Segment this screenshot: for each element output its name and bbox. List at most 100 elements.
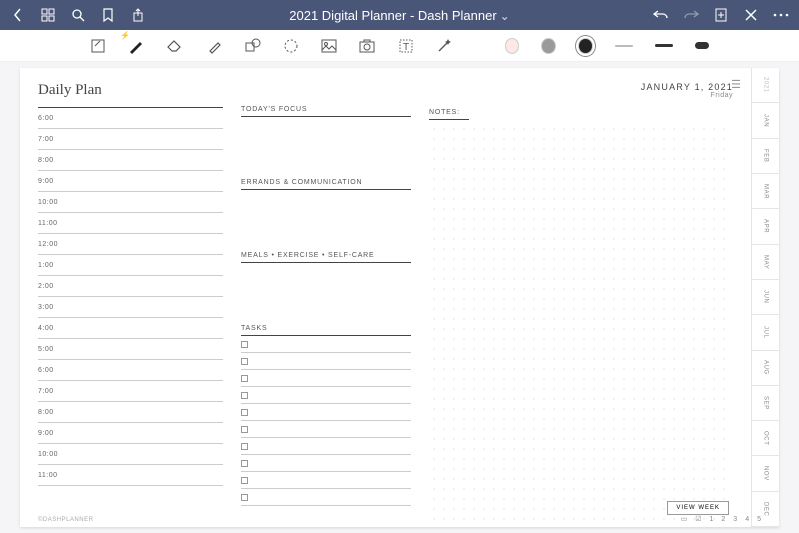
hour-row[interactable]: 1:00 bbox=[38, 255, 223, 276]
month-tabs: 2021 JANFEBMARAPRMAYJUNJULAUGSEPOCTNOVDE… bbox=[751, 68, 779, 527]
add-page-icon[interactable] bbox=[713, 7, 729, 23]
notes-column: JANUARY 1, 2021 Friday NOTES: VIEW WEEK bbox=[429, 82, 733, 521]
lasso-tool-icon[interactable] bbox=[283, 37, 299, 55]
date-text: JANUARY 1, 2021 bbox=[429, 82, 733, 92]
pager-page[interactable]: 3 bbox=[733, 516, 737, 523]
task-row[interactable] bbox=[241, 472, 411, 489]
pen-tool-icon[interactable]: ⚡ bbox=[128, 37, 144, 55]
text-tool-icon[interactable]: T bbox=[397, 37, 413, 55]
pager-page[interactable]: 1 bbox=[709, 516, 713, 523]
task-checkbox[interactable] bbox=[241, 409, 248, 416]
hour-row[interactable]: 10:00 bbox=[38, 192, 223, 213]
hour-label: 6:00 bbox=[38, 115, 64, 122]
hour-row[interactable]: 11:00 bbox=[38, 465, 223, 486]
search-icon[interactable] bbox=[70, 7, 86, 23]
hour-row[interactable]: 10:00 bbox=[38, 444, 223, 465]
bookmark-icon[interactable] bbox=[100, 7, 116, 23]
hour-row[interactable]: 7:00 bbox=[38, 381, 223, 402]
task-row[interactable] bbox=[241, 353, 411, 370]
task-checkbox[interactable] bbox=[241, 341, 248, 348]
task-checkbox[interactable] bbox=[241, 392, 248, 399]
tab-month-jan[interactable]: JAN bbox=[752, 103, 779, 138]
tab-month-mar[interactable]: MAR bbox=[752, 174, 779, 209]
share-icon[interactable] bbox=[130, 7, 146, 23]
readonly-tool-icon[interactable] bbox=[90, 37, 106, 55]
stroke-thick[interactable] bbox=[695, 42, 709, 49]
grid-icon[interactable] bbox=[40, 7, 56, 23]
more-icon[interactable] bbox=[773, 7, 789, 23]
hour-row[interactable]: 6:00 bbox=[38, 108, 223, 129]
app-topbar: 2021 Digital Planner - Dash Planner⌄ bbox=[0, 0, 799, 30]
hour-label: 8:00 bbox=[38, 409, 64, 416]
hour-row[interactable]: 5:00 bbox=[38, 339, 223, 360]
tab-month-nov[interactable]: NOV bbox=[752, 456, 779, 491]
back-icon[interactable] bbox=[10, 7, 26, 23]
stroke-medium[interactable] bbox=[655, 44, 673, 47]
page-title: Daily Plan bbox=[38, 82, 223, 99]
hour-row[interactable]: 2:00 bbox=[38, 276, 223, 297]
task-checkbox[interactable] bbox=[241, 358, 248, 365]
hour-row[interactable]: 4:00 bbox=[38, 318, 223, 339]
task-checkbox[interactable] bbox=[241, 494, 248, 501]
task-row[interactable] bbox=[241, 387, 411, 404]
task-row[interactable] bbox=[241, 404, 411, 421]
redo-icon[interactable] bbox=[683, 7, 699, 23]
shapes-tool-icon[interactable] bbox=[245, 37, 261, 55]
document-title[interactable]: 2021 Digital Planner - Dash Planner⌄ bbox=[146, 8, 653, 23]
task-row[interactable] bbox=[241, 455, 411, 472]
tab-month-jul[interactable]: JUL bbox=[752, 315, 779, 350]
hour-row[interactable]: 9:00 bbox=[38, 423, 223, 444]
pager-check-icon[interactable]: ☑ bbox=[695, 515, 701, 523]
task-row[interactable] bbox=[241, 336, 411, 353]
tab-year[interactable]: 2021 bbox=[752, 68, 779, 103]
hour-row[interactable]: 12:00 bbox=[38, 234, 223, 255]
task-checkbox[interactable] bbox=[241, 426, 248, 433]
pager-page[interactable]: 5 bbox=[757, 516, 761, 523]
magic-tool-icon[interactable] bbox=[436, 37, 452, 55]
image-tool-icon[interactable] bbox=[321, 37, 337, 55]
tab-month-may[interactable]: MAY bbox=[752, 245, 779, 280]
eraser-tool-icon[interactable] bbox=[166, 37, 184, 55]
hour-row[interactable]: 7:00 bbox=[38, 129, 223, 150]
stroke-thin[interactable] bbox=[615, 45, 633, 47]
task-checkbox[interactable] bbox=[241, 477, 248, 484]
view-week-button[interactable]: VIEW WEEK bbox=[667, 501, 729, 515]
bluetooth-icon: ⚡ bbox=[120, 31, 130, 40]
task-checkbox[interactable] bbox=[241, 460, 248, 467]
tab-month-oct[interactable]: OCT bbox=[752, 421, 779, 456]
pager-page[interactable]: 2 bbox=[721, 516, 725, 523]
tab-month-apr[interactable]: APR bbox=[752, 209, 779, 244]
tab-month-feb[interactable]: FEB bbox=[752, 139, 779, 174]
task-row[interactable] bbox=[241, 421, 411, 438]
notes-dot-grid[interactable]: VIEW WEEK bbox=[429, 124, 733, 521]
color-swatch-black[interactable] bbox=[578, 38, 593, 54]
task-row[interactable] bbox=[241, 489, 411, 506]
task-checkbox[interactable] bbox=[241, 443, 248, 450]
hour-row[interactable]: 9:00 bbox=[38, 171, 223, 192]
task-checkbox[interactable] bbox=[241, 375, 248, 382]
task-row[interactable] bbox=[241, 370, 411, 387]
color-swatch-gray[interactable] bbox=[541, 38, 556, 54]
hour-row[interactable]: 11:00 bbox=[38, 213, 223, 234]
tab-month-jun[interactable]: JUN bbox=[752, 280, 779, 315]
hour-label: 2:00 bbox=[38, 283, 64, 290]
hour-label: 9:00 bbox=[38, 178, 64, 185]
task-row[interactable] bbox=[241, 438, 411, 455]
hour-row[interactable]: 8:00 bbox=[38, 150, 223, 171]
tab-month-aug[interactable]: AUG bbox=[752, 351, 779, 386]
pager-page[interactable]: 4 bbox=[745, 516, 749, 523]
tab-month-sep[interactable]: SEP bbox=[752, 386, 779, 421]
camera-tool-icon[interactable] bbox=[359, 37, 375, 55]
errands-label: ERRANDS & COMMUNICATION bbox=[241, 179, 411, 190]
close-icon[interactable] bbox=[743, 7, 759, 23]
undo-icon[interactable] bbox=[653, 7, 669, 23]
highlighter-tool-icon[interactable] bbox=[206, 37, 222, 55]
hour-label: 1:00 bbox=[38, 262, 64, 269]
hour-row[interactable]: 8:00 bbox=[38, 402, 223, 423]
hour-row[interactable]: 3:00 bbox=[38, 297, 223, 318]
hour-label: 11:00 bbox=[38, 220, 64, 227]
hour-row[interactable]: 6:00 bbox=[38, 360, 223, 381]
pager-doc-icon[interactable]: ▭ bbox=[681, 515, 688, 523]
date-heading: JANUARY 1, 2021 Friday bbox=[429, 82, 733, 99]
color-swatch-pink[interactable] bbox=[505, 38, 520, 54]
